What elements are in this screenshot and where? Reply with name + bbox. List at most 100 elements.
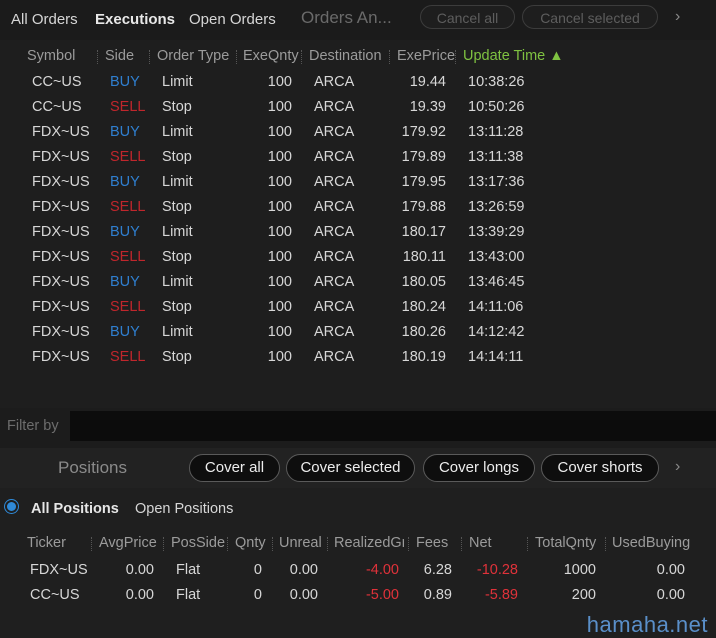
cell-net: -10.28 xyxy=(476,562,518,578)
column-divider[interactable] xyxy=(605,537,607,551)
cell-price: 180.26 xyxy=(401,324,446,340)
cell-avg-price: 0.00 xyxy=(125,587,154,603)
cell-symbol: CC~US xyxy=(32,99,82,115)
cell-symbol: FDX~US xyxy=(32,274,90,290)
col-total-qnty[interactable]: TotalQnty xyxy=(535,535,596,551)
cell-side: SELL xyxy=(110,199,146,215)
cell-net: -5.89 xyxy=(484,587,518,603)
cell-price: 179.89 xyxy=(401,149,446,165)
column-divider[interactable] xyxy=(327,537,329,551)
cell-qty: 100 xyxy=(267,74,292,90)
tab-open-orders[interactable]: Open Orders xyxy=(189,11,276,28)
cell-used-buying: 0.00 xyxy=(656,562,685,578)
chevron-right-icon[interactable]: › xyxy=(675,8,680,26)
cell-side: SELL xyxy=(110,99,146,115)
cell-price: 179.88 xyxy=(401,199,446,215)
cell-avg-price: 0.00 xyxy=(125,562,154,578)
col-avg-price[interactable]: AvgPrice xyxy=(99,535,157,551)
col-fees[interactable]: Fees xyxy=(416,535,448,551)
cell-dest: ARCA xyxy=(314,299,355,315)
column-divider[interactable] xyxy=(301,50,303,64)
column-divider[interactable] xyxy=(408,537,410,551)
cell-total-qnty: 200 xyxy=(571,587,596,603)
tab-orders-analysis[interactable]: Orders An... xyxy=(301,8,392,28)
column-divider[interactable] xyxy=(389,50,391,64)
col-update-time[interactable]: Update Time ▲ xyxy=(463,48,564,64)
column-divider[interactable] xyxy=(461,537,463,551)
cell-time: 10:50:26 xyxy=(468,99,525,115)
col-exe-price[interactable]: ExePrice xyxy=(397,48,455,64)
cell-dest: ARCA xyxy=(314,324,355,340)
cancel-selected-button[interactable]: Cancel selected xyxy=(522,5,658,29)
col-order-type[interactable]: Order Type xyxy=(157,48,229,64)
col-side[interactable]: Side xyxy=(105,48,134,64)
column-divider[interactable] xyxy=(527,537,529,551)
cell-type: Limit xyxy=(162,124,193,140)
column-divider[interactable] xyxy=(91,537,93,551)
col-qnty[interactable]: Qnty xyxy=(235,535,266,551)
cell-qty: 100 xyxy=(267,149,292,165)
orders-tab-bar: All Orders Executions Open Orders Orders… xyxy=(0,0,716,40)
cell-realized: -5.00 xyxy=(365,587,399,603)
column-divider[interactable] xyxy=(227,537,229,551)
cell-unreal: 0.00 xyxy=(289,587,318,603)
cell-unreal: 0.00 xyxy=(289,562,318,578)
cover-shorts-button[interactable]: Cover shorts xyxy=(541,454,659,482)
chevron-right-icon[interactable]: › xyxy=(675,458,680,476)
column-divider[interactable] xyxy=(163,537,165,551)
tab-open-positions[interactable]: Open Positions xyxy=(135,501,233,517)
cell-symbol: FDX~US xyxy=(32,199,90,215)
positions-toolbar: Positions Cover all Cover selected Cover… xyxy=(0,448,716,488)
tab-executions[interactable]: Executions xyxy=(95,11,175,28)
radio-selected-icon[interactable] xyxy=(7,502,16,511)
watermark: hamaha.net xyxy=(586,612,708,637)
col-ticker[interactable]: Ticker xyxy=(27,535,66,551)
cell-qty: 100 xyxy=(267,99,292,115)
cell-side: BUY xyxy=(110,224,140,240)
cell-type: Limit xyxy=(162,274,193,290)
cell-side: BUY xyxy=(110,174,140,190)
col-pos-side[interactable]: PosSide xyxy=(171,535,225,551)
cell-symbol: FDX~US xyxy=(32,224,90,240)
cover-selected-button[interactable]: Cover selected xyxy=(286,454,415,482)
cell-type: Limit xyxy=(162,74,193,90)
col-used-buying[interactable]: UsedBuying xyxy=(612,535,690,551)
tab-all-orders[interactable]: All Orders xyxy=(11,11,78,28)
cell-total-qnty: 1000 xyxy=(563,562,596,578)
cell-ticker: FDX~US xyxy=(30,562,88,578)
filter-input[interactable] xyxy=(70,411,716,441)
cell-qty: 100 xyxy=(267,199,292,215)
column-divider[interactable] xyxy=(236,50,238,64)
cell-qty: 100 xyxy=(267,224,292,240)
column-divider[interactable] xyxy=(455,50,457,64)
cell-dest: ARCA xyxy=(314,249,355,265)
cell-time: 14:14:11 xyxy=(468,349,524,365)
positions-title: Positions xyxy=(58,458,127,477)
cell-qty: 100 xyxy=(267,249,292,265)
cell-type: Stop xyxy=(162,249,192,265)
cell-qnty: 0 xyxy=(253,587,262,603)
cell-price: 180.19 xyxy=(401,349,446,365)
col-realized-gross[interactable]: RealizedGr xyxy=(334,535,404,551)
cell-dest: ARCA xyxy=(314,124,355,140)
cancel-all-button[interactable]: Cancel all xyxy=(420,5,515,29)
column-divider[interactable] xyxy=(149,50,151,64)
cell-qty: 100 xyxy=(267,324,292,340)
cell-symbol: CC~US xyxy=(32,74,82,90)
col-destination[interactable]: Destination xyxy=(309,48,382,64)
cell-price: 180.17 xyxy=(401,224,446,240)
cell-fees: 0.89 xyxy=(423,587,452,603)
cell-dest: ARCA xyxy=(314,74,355,90)
cell-dest: ARCA xyxy=(314,199,355,215)
cover-longs-button[interactable]: Cover longs xyxy=(423,454,535,482)
cell-price: 179.95 xyxy=(401,174,446,190)
col-exe-qnty[interactable]: ExeQnty xyxy=(243,48,299,64)
column-divider[interactable] xyxy=(97,50,99,64)
cover-all-button[interactable]: Cover all xyxy=(189,454,280,482)
col-symbol[interactable]: Symbol xyxy=(27,48,75,64)
cell-symbol: FDX~US xyxy=(32,174,90,190)
col-unreal[interactable]: Unreal xyxy=(279,535,322,551)
col-net[interactable]: Net xyxy=(469,535,492,551)
column-divider[interactable] xyxy=(272,537,274,551)
tab-all-positions[interactable]: All Positions xyxy=(31,501,119,517)
